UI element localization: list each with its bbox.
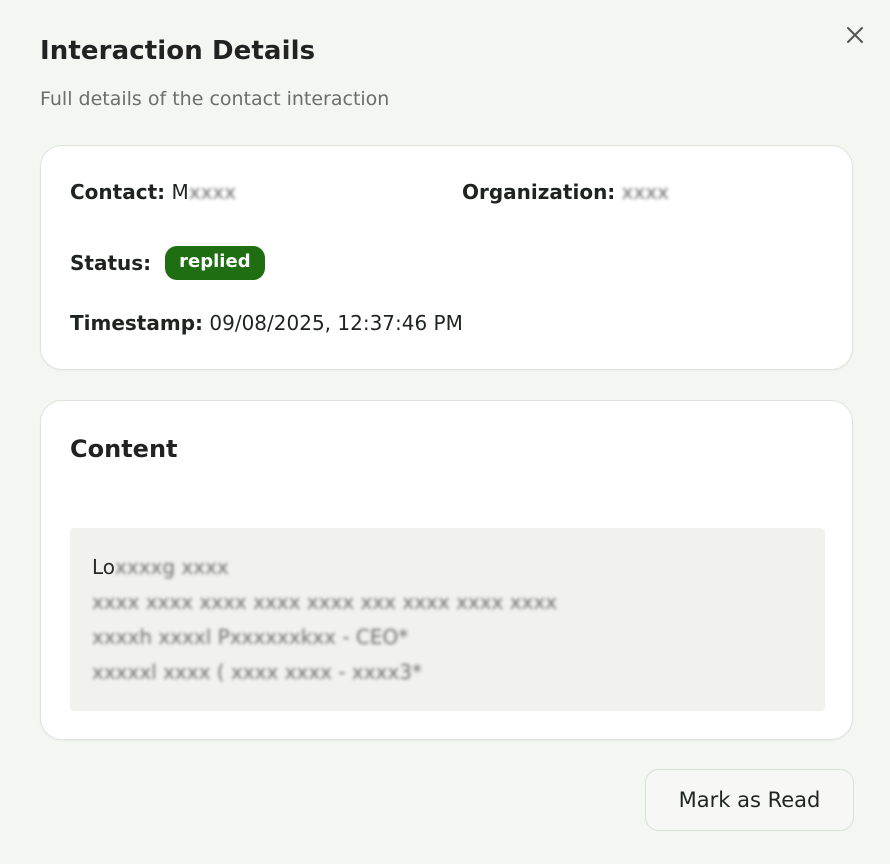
contact-value: M xyxy=(171,180,189,204)
content-line: xxxx xxxx xxxx xxxx xxxx xxx xxxx xxxx x… xyxy=(92,585,803,620)
dialog-subtitle: Full details of the contact interaction xyxy=(40,88,390,110)
content-line-2-redacted: xxxx xxxx xxxx xxxx xxxx xxx xxxx xxxx x… xyxy=(92,590,558,614)
content-line: Loxxxxg xxxx xyxy=(92,550,803,585)
mark-as-read-button[interactable]: Mark as Read xyxy=(645,769,854,831)
content-card: Content Loxxxxg xxxx xxxx xxxx xxxx xxxx… xyxy=(40,400,853,740)
content-heading: Content xyxy=(70,435,178,463)
details-card: Contact: Mxxxx Organization: xxxx Status… xyxy=(40,145,853,370)
content-line-3-redacted: xxxxh xxxxl Pxxxxxxkxx - CEO* xyxy=(92,625,409,649)
content-line-1-visible: Lo xyxy=(92,555,116,579)
status-label: Status: xyxy=(70,251,152,275)
organization-field: Organization: xxxx xyxy=(462,180,669,204)
organization-label: Organization: xyxy=(462,180,616,204)
contact-redacted: xxxx xyxy=(188,180,237,204)
timestamp-label: Timestamp: xyxy=(70,311,204,335)
content-line-1-redacted: xxxxg xxxx xyxy=(115,555,229,579)
status-badge: replied xyxy=(165,246,265,280)
organization-redacted: xxxx xyxy=(621,180,670,204)
content-line: xxxxxl xxxx ( xxxx xxxx - xxxx3* xyxy=(92,655,803,690)
content-body: Loxxxxg xxxx xxxx xxxx xxxx xxxx xxxx xx… xyxy=(70,528,825,711)
contact-label: Contact: xyxy=(70,180,166,204)
close-button[interactable] xyxy=(844,24,866,46)
status-field: Status: replied xyxy=(70,246,265,280)
timestamp-field: Timestamp: 09/08/2025, 12:37:46 PM xyxy=(70,311,463,335)
timestamp-value: 09/08/2025, 12:37:46 PM xyxy=(209,311,463,335)
contact-field: Contact: Mxxxx xyxy=(70,180,236,204)
dialog-title: Interaction Details xyxy=(40,36,316,66)
interaction-details-dialog: Interaction Details Full details of the … xyxy=(0,0,890,864)
close-icon xyxy=(847,27,863,43)
content-line: xxxxh xxxxl Pxxxxxxkxx - CEO* xyxy=(92,620,803,655)
content-line-4-redacted: xxxxxl xxxx ( xxxx xxxx - xxxx3* xyxy=(92,660,422,684)
